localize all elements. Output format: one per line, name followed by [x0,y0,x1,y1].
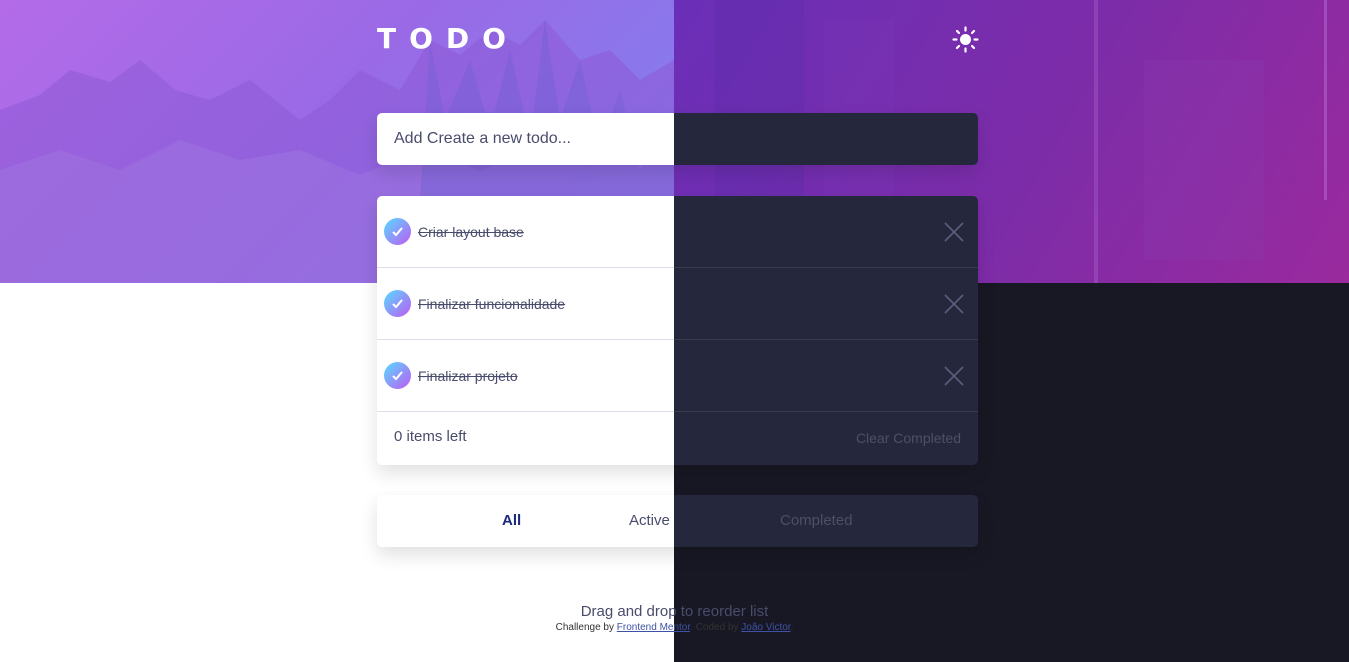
attribution-suffix: . [790,622,794,633]
delete-todo-button[interactable] [943,365,965,387]
close-icon [944,294,964,314]
todo-item[interactable]: Finalizar funcionalidade [377,268,978,340]
delete-todo-button[interactable] [943,293,965,315]
filter-bar: All Active Completed [377,495,978,547]
frontend-mentor-link[interactable]: Frontend Mentor [617,622,690,633]
todo-list: Criar layout base Finalizar funcionalida… [377,196,978,465]
clear-completed-button[interactable]: Clear Completed [856,429,961,447]
new-todo-input[interactable] [377,113,978,165]
filter-all-button[interactable]: All [502,512,521,530]
todo-text: Finalizar funcionalidade [418,296,566,312]
attribution-prefix: Challenge by [555,622,617,633]
todo-text: Finalizar projeto [418,368,518,384]
completed-checkbox[interactable] [384,290,411,317]
completed-checkbox[interactable] [384,218,411,245]
delete-todo-button[interactable] [943,221,965,243]
filter-completed-button[interactable]: Completed [780,512,853,530]
close-icon [944,366,964,386]
new-todo-card [377,113,978,165]
completed-checkbox[interactable] [384,362,411,389]
close-icon [944,222,964,242]
author-link[interactable]: João Victor [741,622,790,633]
todo-item[interactable]: Finalizar projeto [377,340,978,412]
items-left-count: 0 items left [394,428,467,445]
drag-drop-hint-text: Drag and drop to reorder list [580,603,769,620]
sun-icon [952,26,979,53]
todo-text: Criar layout base [418,224,524,240]
check-icon [392,227,403,237]
todo-item[interactable]: Criar layout base [377,196,978,268]
attribution-middle: . Coded by [690,622,742,633]
filter-active-button[interactable]: Active [629,512,670,530]
attribution: Challenge by Frontend Mentor. Coded by J… [0,622,1349,634]
theme-toggle-button[interactable] [952,26,979,53]
list-footer: 0 items left Clear Completed [377,412,978,465]
check-icon [392,371,403,381]
app-title: TODO [377,22,519,55]
check-icon [392,299,403,309]
drag-drop-hint: Drag and drop to reorder list [0,603,1349,621]
